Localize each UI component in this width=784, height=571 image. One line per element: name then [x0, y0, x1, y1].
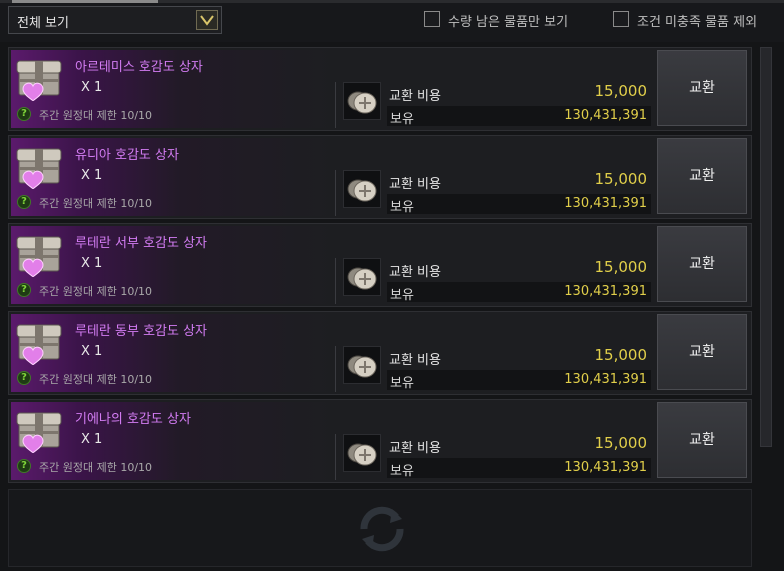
- owned-value: 130,431,391: [564, 460, 647, 475]
- gift-chest-icon: [16, 324, 62, 366]
- owned-value: 130,431,391: [564, 284, 647, 299]
- item-quantity: X 1: [81, 432, 103, 447]
- silver-coin-icon: [343, 258, 381, 296]
- owned-label: 보유: [390, 376, 414, 391]
- item-quantity: X 1: [81, 344, 103, 359]
- exchange-button[interactable]: 교환: [657, 226, 747, 302]
- gift-chest-icon: [16, 412, 62, 454]
- divider: [335, 346, 336, 392]
- exchange-cost-value: 15,000: [594, 346, 648, 364]
- list-item: 유디아 호감도 상자 X 1 ? 주간 원정대 제한 10/10 교환 비용 1…: [8, 135, 752, 219]
- purchase-limit: 주간 원정대 제한 10/10: [39, 285, 153, 298]
- item-name: 루테란 서부 호감도 상자: [75, 236, 207, 251]
- exchange-cost-label: 교환 비용: [389, 177, 441, 192]
- item-name: 기에나의 호감도 상자: [75, 412, 191, 427]
- exchange-cost-value: 15,000: [594, 434, 648, 452]
- filter-dropdown[interactable]: 전체 보기: [8, 6, 222, 34]
- owned-value: 130,431,391: [564, 372, 647, 387]
- item-info-panel: 유디아 호감도 상자 X 1 ? 주간 원정대 제한 10/10: [11, 138, 335, 216]
- silver-coin-icon: [343, 434, 381, 472]
- exchange-button[interactable]: 교환: [657, 138, 747, 214]
- help-icon[interactable]: ?: [17, 195, 31, 209]
- checkbox-box[interactable]: [613, 11, 629, 27]
- owned-label: 보유: [390, 200, 414, 215]
- exchange-cost-label: 교환 비용: [389, 89, 441, 104]
- purchase-limit: 주간 원정대 제한 10/10: [39, 197, 153, 210]
- gift-chest-icon: [16, 60, 62, 102]
- divider: [335, 170, 336, 216]
- exchange-cost-value: 15,000: [594, 258, 648, 276]
- filter-dropdown-label: 전체 보기: [17, 16, 69, 31]
- list-scrollbar[interactable]: [760, 47, 772, 447]
- purchase-limit: 주간 원정대 제한 10/10: [39, 461, 153, 474]
- exchange-button[interactable]: 교환: [657, 50, 747, 126]
- active-tab-indicator: [12, 0, 158, 3]
- item-info-panel: 루테란 동부 호감도 상자 X 1 ? 주간 원정대 제한 10/10: [11, 314, 335, 392]
- exchange-button[interactable]: 교환: [657, 314, 747, 390]
- owned-label: 보유: [390, 112, 414, 127]
- owned-label: 보유: [390, 288, 414, 303]
- divider: [335, 258, 336, 304]
- help-icon[interactable]: ?: [17, 459, 31, 473]
- help-icon[interactable]: ?: [17, 371, 31, 385]
- exchange-cost-label: 교환 비용: [389, 353, 441, 368]
- checkbox-box[interactable]: [424, 11, 440, 27]
- item-name: 아르테미스 호감도 상자: [75, 60, 203, 75]
- item-name: 유디아 호감도 상자: [75, 148, 179, 163]
- item-info-panel: 기에나의 호감도 상자 X 1 ? 주간 원정대 제한 10/10: [11, 402, 335, 480]
- item-name: 루테란 동부 호감도 상자: [75, 324, 207, 339]
- silver-coin-icon: [343, 170, 381, 208]
- checkbox-label: 수량 남은 물품만 보기: [448, 15, 569, 30]
- exchange-cost-label: 교환 비용: [389, 441, 441, 456]
- exchange-item-list: 아르테미스 호감도 상자 X 1 ? 주간 원정대 제한 10/10 교환 비용…: [8, 47, 752, 567]
- item-info-panel: 아르테미스 호감도 상자 X 1 ? 주간 원정대 제한 10/10: [11, 50, 335, 128]
- silver-coin-icon: [343, 82, 381, 120]
- exchange-cost-label: 교환 비용: [389, 265, 441, 280]
- purchase-limit: 주간 원정대 제한 10/10: [39, 373, 153, 386]
- list-item: 루테란 동부 호감도 상자 X 1 ? 주간 원정대 제한 10/10 교환 비…: [8, 311, 752, 395]
- help-icon[interactable]: ?: [17, 107, 31, 121]
- list-item: 루테란 서부 호감도 상자 X 1 ? 주간 원정대 제한 10/10 교환 비…: [8, 223, 752, 307]
- gift-chest-icon: [16, 148, 62, 190]
- silver-coin-icon: [343, 346, 381, 384]
- item-info-panel: 루테란 서부 호감도 상자 X 1 ? 주간 원정대 제한 10/10: [11, 226, 335, 304]
- exchange-cost-value: 15,000: [594, 170, 648, 188]
- item-quantity: X 1: [81, 168, 103, 183]
- item-quantity: X 1: [81, 256, 103, 271]
- divider: [335, 82, 336, 128]
- chevron-down-icon[interactable]: [196, 10, 218, 30]
- checkbox-label: 조건 미충족 물품 제외: [637, 15, 758, 30]
- gift-chest-icon: [16, 236, 62, 278]
- exchange-button[interactable]: 교환: [657, 402, 747, 478]
- top-bar: 전체 보기 수량 남은 물품만 보기 조건 미충족 물품 제외: [0, 0, 784, 42]
- owned-label: 보유: [390, 464, 414, 479]
- owned-value: 130,431,391: [564, 196, 647, 211]
- divider: [335, 434, 336, 480]
- list-item: 아르테미스 호감도 상자 X 1 ? 주간 원정대 제한 10/10 교환 비용…: [8, 47, 752, 131]
- help-icon[interactable]: ?: [17, 283, 31, 297]
- exchange-cost-value: 15,000: [594, 82, 648, 100]
- refresh-icon[interactable]: [352, 499, 412, 559]
- owned-value: 130,431,391: [564, 108, 647, 123]
- list-item: 기에나의 호감도 상자 X 1 ? 주간 원정대 제한 10/10 교환 비용 …: [8, 399, 752, 483]
- purchase-limit: 주간 원정대 제한 10/10: [39, 109, 153, 122]
- item-quantity: X 1: [81, 80, 103, 95]
